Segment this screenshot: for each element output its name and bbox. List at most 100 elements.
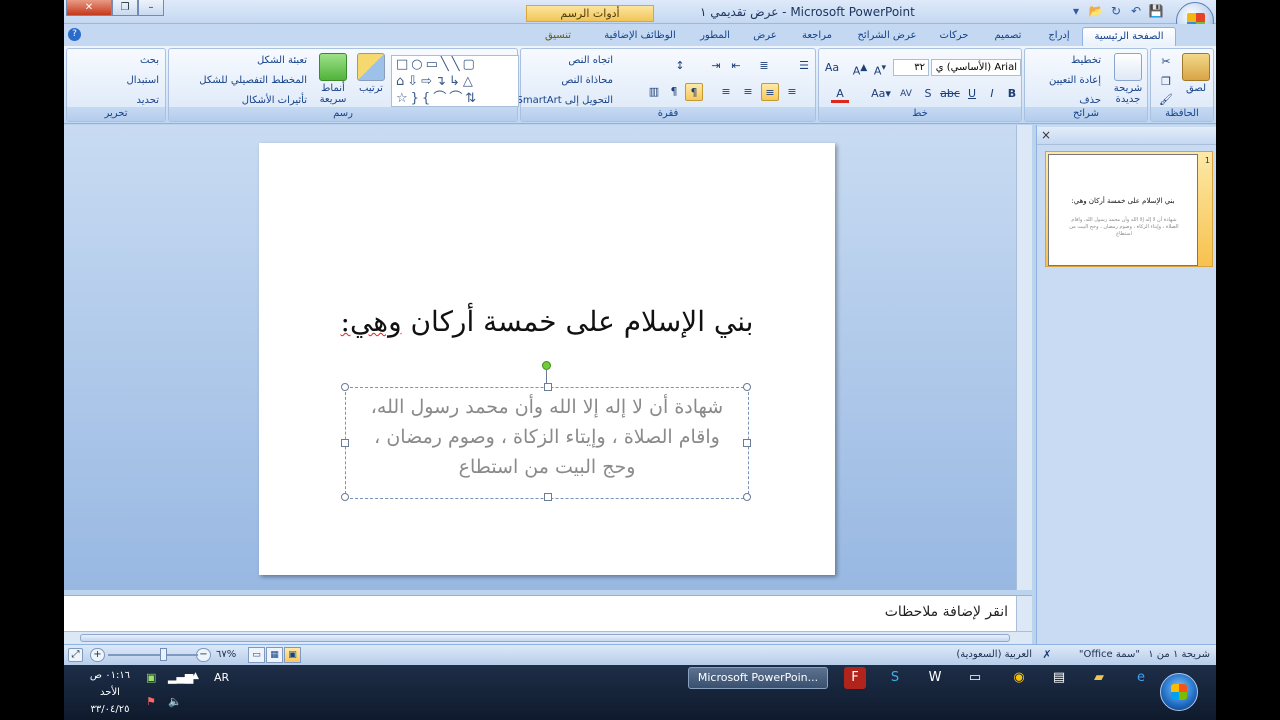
resize-handle[interactable]	[743, 439, 751, 447]
network-icon[interactable]: ▂▄▆	[168, 671, 193, 684]
volume-icon[interactable]: 🔈	[168, 695, 182, 708]
tab-insert[interactable]: إدراج	[1038, 27, 1080, 46]
tab-review[interactable]: مراجعة	[790, 27, 844, 46]
chrome-icon[interactable]: ◉	[1008, 667, 1030, 689]
close-button[interactable]: ✕	[66, 0, 112, 16]
font-name-box[interactable]: Arial (الأساسي) ي	[931, 59, 1021, 76]
tab-design[interactable]: تصميم	[982, 27, 1034, 46]
copy-icon[interactable]: ❐	[1157, 73, 1175, 91]
grow-font-icon[interactable]: A▲	[851, 59, 869, 78]
change-case-icon[interactable]: Aa▾	[869, 85, 893, 103]
start-button[interactable]	[1160, 673, 1198, 711]
replace-button[interactable]: استبدال	[127, 75, 160, 86]
cut-icon[interactable]: ✂	[1157, 53, 1175, 71]
italic-button[interactable]: I	[983, 85, 1001, 103]
redo-icon[interactable]: ↻	[1108, 4, 1124, 19]
columns-icon[interactable]: ▥	[645, 83, 663, 101]
tab-animations[interactable]: حركات	[930, 27, 978, 46]
file-explorer-icon[interactable]: ▰	[1088, 667, 1110, 689]
font-color-icon[interactable]: A	[831, 85, 849, 103]
tab-developer[interactable]: المطور	[690, 27, 740, 46]
text-direction-button[interactable]: اتجاه النص	[568, 55, 613, 66]
convert-smartart-button[interactable]: التحويل إلى SmartArt	[517, 95, 613, 106]
slide-thumbnail-selected[interactable]: بني الإسلام على خمسة أركان وهي: شهادة أن…	[1045, 151, 1213, 267]
input-language[interactable]: AR	[214, 671, 229, 684]
spelling-check-icon[interactable]: ✗	[1038, 646, 1056, 664]
qat-open-icon[interactable]: 📂	[1088, 4, 1104, 19]
new-slide-button[interactable]: شريحة جديدة	[1109, 53, 1147, 105]
bullets-icon[interactable]: ☰	[795, 57, 813, 75]
resize-handle[interactable]	[341, 493, 349, 501]
align-center-icon[interactable]: ≡	[761, 83, 779, 101]
find-button[interactable]: بحث	[140, 55, 159, 66]
notepad-icon[interactable]: ▤	[1048, 667, 1070, 689]
skype-icon[interactable]: S	[884, 667, 906, 689]
scrollbar-thumb[interactable]	[80, 634, 1010, 642]
align-left-icon[interactable]: ≡	[783, 83, 801, 101]
tab-format[interactable]: تنسيق	[526, 27, 590, 46]
body-text-placeholder[interactable]: شهادة أن لا إله إلا الله وأن محمد رسول ا…	[341, 383, 751, 501]
zoom-out-icon[interactable]: −	[196, 648, 211, 662]
shape-fill-button[interactable]: تعبئة الشكل	[257, 55, 307, 66]
bold-button[interactable]: B	[1003, 85, 1021, 103]
underline-button[interactable]: U	[963, 85, 981, 103]
ltr-direction-icon[interactable]: ¶	[665, 83, 683, 101]
notes-scrollbar[interactable]	[1016, 596, 1032, 632]
qat-customize-icon[interactable]: ▾	[1068, 4, 1084, 19]
font-size-box[interactable]: ٣٢	[893, 59, 929, 76]
delete-slide-button[interactable]: حذف	[1079, 95, 1101, 106]
resize-handle[interactable]	[544, 383, 552, 391]
desktop-icon[interactable]: ▭	[964, 667, 986, 689]
slide-show-view-button[interactable]: ▭	[248, 647, 265, 663]
maximize-button[interactable]: ❐	[112, 0, 138, 16]
system-clock[interactable]: ٠١:١٦ ص الأحد ٣٣/٠٤/٢٥	[80, 667, 140, 718]
clear-formatting-icon[interactable]: Aa	[823, 59, 841, 77]
arrange-button[interactable]: ترتيب	[353, 53, 389, 94]
slide-thumbnail[interactable]: بني الإسلام على خمسة أركان وهي: شهادة أن…	[1048, 154, 1198, 266]
tab-home[interactable]: الصفحة الرئيسية	[1082, 27, 1176, 46]
action-center-icon[interactable]: ⚑	[146, 695, 156, 708]
slide-title[interactable]: بني الإسلام على خمسة أركان وهي:	[259, 305, 835, 338]
normal-view-button[interactable]: ▣	[284, 647, 301, 663]
word-icon[interactable]: W	[924, 667, 946, 689]
resize-handle[interactable]	[743, 493, 751, 501]
help-icon[interactable]: ?	[68, 28, 81, 41]
slide-sorter-view-button[interactable]: ▦	[266, 647, 283, 663]
slide-canvas[interactable]: بني الإسلام على خمسة أركان وهي: شهادة أن…	[259, 143, 835, 575]
rtl-direction-icon[interactable]: ¶	[685, 83, 703, 101]
minimize-button[interactable]: –	[138, 0, 164, 16]
increase-indent-icon[interactable]: ⇥	[707, 57, 725, 75]
zoom-in-icon[interactable]: +	[90, 648, 105, 662]
layout-button[interactable]: تخطيط	[1071, 55, 1101, 66]
filezilla-icon[interactable]: F	[844, 667, 866, 689]
undo-icon[interactable]: ↶	[1128, 4, 1144, 19]
slide-vertical-scrollbar[interactable]	[1016, 125, 1032, 590]
fit-to-window-icon[interactable]: ⤢	[68, 648, 83, 662]
align-text-button[interactable]: محاذاة النص	[561, 75, 613, 86]
taskbar-powerpoint-item[interactable]: Microsoft PowerPoin...	[688, 667, 828, 689]
justify-icon[interactable]: ≡	[717, 83, 735, 101]
slide-body-text[interactable]: شهادة أن لا إله إلا الله وأن محمد رسول ا…	[346, 392, 748, 482]
align-right-icon[interactable]: ≡	[739, 83, 757, 101]
decrease-indent-icon[interactable]: ⇤	[727, 57, 745, 75]
shadow-button[interactable]: S	[919, 85, 937, 103]
character-spacing-icon[interactable]: AV	[897, 85, 915, 103]
shape-outline-button[interactable]: المخطط التفصيلي للشكل	[199, 75, 307, 86]
tab-slide-show[interactable]: عرض الشرائح	[848, 27, 926, 46]
line-spacing-icon[interactable]: ↕	[671, 57, 689, 75]
resize-handle[interactable]	[341, 439, 349, 447]
quick-styles-button[interactable]: أنماط سريعة	[313, 53, 353, 105]
internet-explorer-icon[interactable]: e	[1130, 667, 1152, 689]
strikethrough-button[interactable]: abc	[939, 85, 961, 103]
horizontal-scrollbar[interactable]	[64, 631, 1032, 644]
tray-app-icon[interactable]: ▣	[146, 671, 156, 684]
shapes-gallery[interactable]: □○▭╲╲▢ ⌂⇩⇨↴↳△ ☆}{⌒⌒⇅	[391, 55, 519, 107]
tab-view[interactable]: عرض	[744, 27, 786, 46]
resize-handle[interactable]	[341, 383, 349, 391]
zoom-slider-knob[interactable]	[160, 648, 167, 661]
shrink-font-icon[interactable]: A▾	[871, 59, 889, 78]
show-hidden-icons[interactable]: ▲	[192, 671, 199, 681]
numbering-icon[interactable]: ≣	[755, 57, 773, 75]
save-icon[interactable]: 💾	[1148, 4, 1164, 19]
shape-effects-button[interactable]: تأثيرات الأشكال	[242, 95, 307, 106]
